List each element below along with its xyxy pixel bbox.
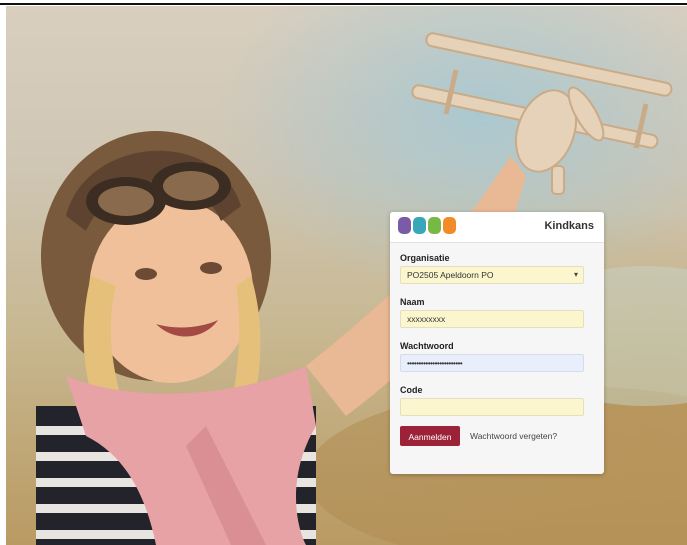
brand-name: Kindkans xyxy=(544,220,594,232)
top-border xyxy=(0,3,687,5)
organisation-value: PO2505 Apeldoorn PO xyxy=(407,270,494,280)
name-label: Naam xyxy=(400,297,425,307)
login-button[interactable]: Aanmelden xyxy=(400,426,460,446)
chevron-down-icon: ▾ xyxy=(573,270,578,279)
name-input[interactable]: xxxxxxxxx xyxy=(400,310,584,328)
password-label: Wachtwoord xyxy=(400,341,454,351)
code-label: Code xyxy=(400,385,423,395)
toy-airplane xyxy=(411,32,673,195)
login-panel: Kindkans Organisatie PO2505 Apeldoorn PO… xyxy=(390,212,604,474)
password-value: •••••••••••••••••••••••• xyxy=(407,359,463,368)
name-value: xxxxxxxxx xyxy=(407,314,446,324)
password-input[interactable]: •••••••••••••••••••••••• xyxy=(400,354,584,372)
panel-header: Kindkans xyxy=(390,212,604,243)
organisation-label: Organisatie xyxy=(400,253,450,263)
background-photo: Kindkans Organisatie PO2505 Apeldoorn PO… xyxy=(6,6,687,545)
brand-logo xyxy=(398,217,456,234)
code-input[interactable] xyxy=(400,398,584,416)
organisation-select[interactable]: PO2505 Apeldoorn PO ▾ xyxy=(400,266,584,284)
forgot-password-link[interactable]: Wachtwoord vergeten? xyxy=(470,431,557,441)
